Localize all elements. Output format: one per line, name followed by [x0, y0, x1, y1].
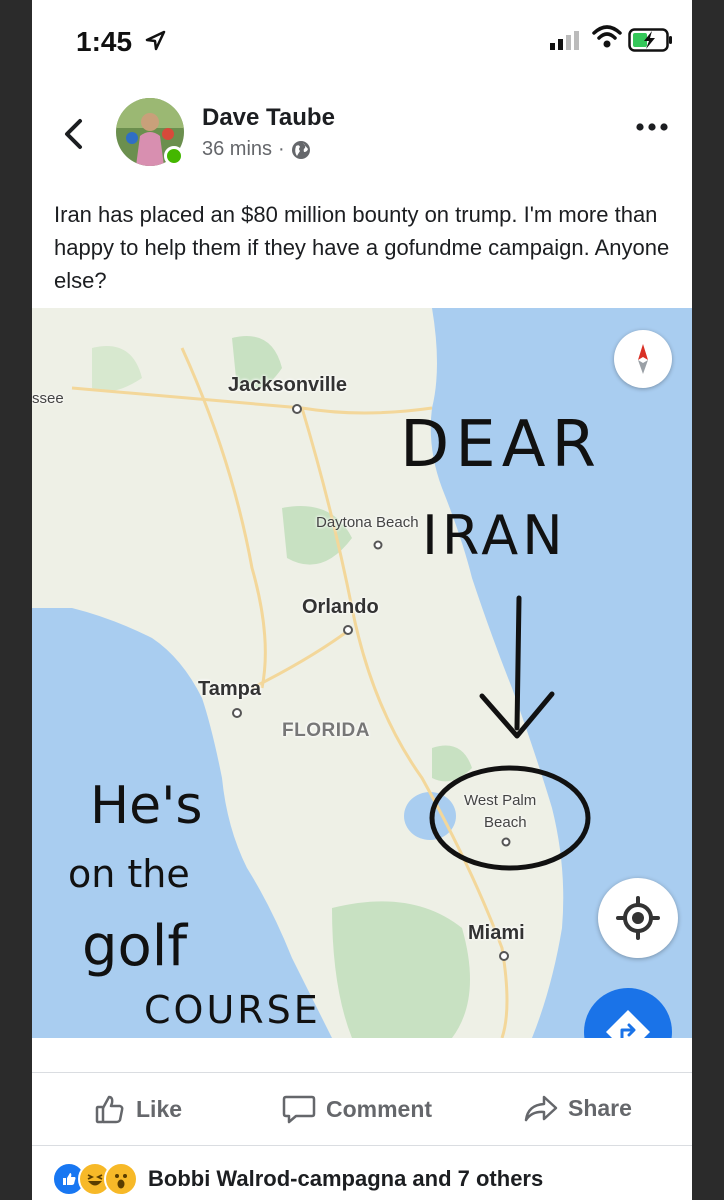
- compass-icon: [638, 344, 648, 374]
- map-label-jacksonville: Jacksonville: [228, 374, 347, 396]
- my-location-button[interactable]: [598, 878, 678, 958]
- comment-label: Comment: [326, 1095, 433, 1122]
- handwriting-iran: IRAN: [422, 504, 567, 567]
- map-label-daytona: Daytona Beach: [316, 514, 419, 531]
- share-label: Share: [568, 1094, 632, 1121]
- crosshair-icon: [616, 896, 660, 940]
- location-arrow-icon: [145, 30, 166, 51]
- handwriting-dear: DEAR: [400, 408, 602, 482]
- globe-icon: [291, 140, 310, 159]
- handwriting-on-the: on the: [68, 852, 190, 896]
- post-image-map[interactable]: ssee Jacksonville Daytona Beach Orlando …: [32, 308, 692, 1038]
- directions-button[interactable]: [584, 988, 672, 1038]
- share-button[interactable]: Share: [524, 1093, 632, 1123]
- comment-bubble-icon: [282, 1095, 316, 1124]
- post-time[interactable]: 36 mins: [202, 138, 272, 161]
- facebook-post-screen: 1:45 Dave Taube 36 mins · Iran has place…: [32, 0, 692, 1200]
- like-label: Like: [136, 1095, 183, 1122]
- wow-reaction-icon: [104, 1162, 138, 1196]
- post-meta: 36 mins ·: [202, 138, 311, 161]
- battery-charging-icon: [628, 28, 672, 52]
- map-label-west-palm-beach: Beach: [484, 814, 527, 831]
- like-button[interactable]: Like: [94, 1093, 182, 1125]
- map-label-orlando: Orlando: [302, 596, 379, 618]
- post-actions-bar: Like Comment Share: [32, 1072, 692, 1146]
- handwriting-golf: golf: [82, 914, 188, 979]
- status-bar: 1:45: [32, 0, 692, 84]
- status-time: 1:45: [76, 26, 133, 57]
- wifi-icon: [592, 25, 622, 48]
- map-label-miami: Miami: [468, 922, 525, 944]
- comment-button[interactable]: Comment: [282, 1093, 432, 1125]
- map-label-west-palm: West Palm: [464, 792, 537, 809]
- handwriting-course: COURSE: [144, 988, 321, 1032]
- author-name[interactable]: Dave Taube: [202, 104, 335, 132]
- more-options-icon[interactable]: [636, 122, 668, 132]
- online-status-dot: [164, 146, 184, 166]
- map-label-left-edge: ssee: [32, 390, 64, 407]
- share-arrow-icon: [524, 1095, 558, 1122]
- meta-separator: ·: [278, 138, 285, 160]
- cell-signal-icon: [550, 31, 579, 50]
- reactions-summary[interactable]: Bobbi Walrod-campagna and 7 others: [52, 1162, 543, 1196]
- map-label-florida: FLORIDA: [282, 720, 370, 741]
- compass-button[interactable]: [614, 330, 672, 388]
- map-label-tampa: Tampa: [198, 678, 261, 700]
- back-arrow-icon[interactable]: [62, 118, 84, 150]
- post-text: Iran has placed an $80 million bounty on…: [54, 202, 670, 293]
- handwriting-hes: He's: [90, 776, 203, 836]
- directions-icon: [606, 1010, 650, 1038]
- reactions-text: Bobbi Walrod-campagna and 7 others: [148, 1166, 544, 1191]
- thumbs-up-icon: [95, 1095, 124, 1124]
